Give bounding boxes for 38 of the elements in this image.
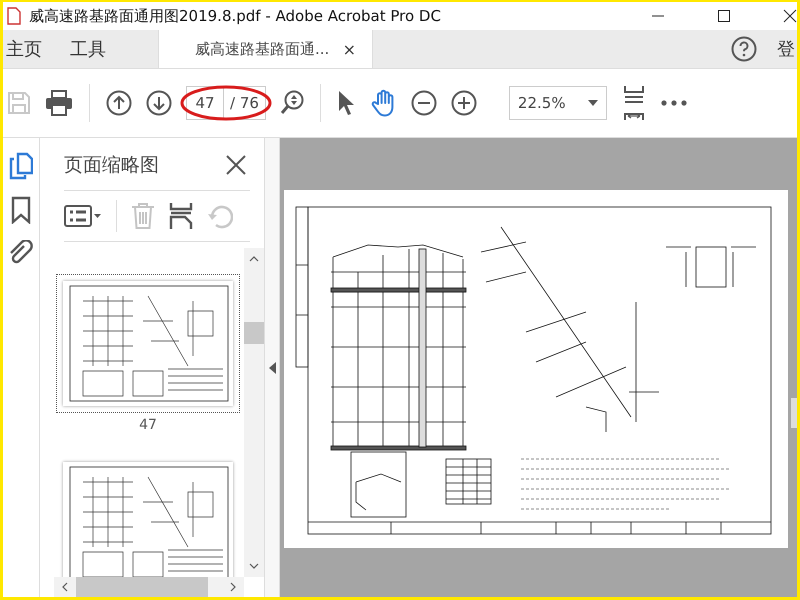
nav-tab[interactable]: 主页 [3,37,42,61]
arrow-down-icon[interactable] [146,90,172,116]
scroll-thumb[interactable] [76,577,208,597]
scroll-up-icon[interactable] [249,256,259,262]
scroll-thumb[interactable] [244,322,264,344]
pages-icon[interactable] [9,152,33,180]
close-icon[interactable] [226,155,246,175]
arrow-up-icon[interactable] [106,90,132,116]
extract-pages-icon[interactable] [169,202,193,230]
vertical-scrollbar[interactable] [244,248,264,577]
page-number-label: 47 [139,417,157,433]
caret-icon [588,100,598,106]
print-icon[interactable] [45,90,73,116]
options-icon[interactable] [64,205,102,227]
paperclip-icon[interactable] [8,240,34,266]
vertical-scrollbar[interactable] [791,398,797,428]
zoom-out-icon[interactable] [410,90,437,116]
maximize-icon[interactable] [717,9,731,23]
tab-close-button[interactable]: × [342,40,356,58]
document-icon [7,7,21,25]
nav-tab[interactable]: 工具 [64,37,106,61]
scroll-left-icon[interactable] [62,582,68,592]
horizontal-scrollbar[interactable] [54,577,244,597]
help-icon[interactable] [731,36,757,62]
zoom-dropdown[interactable]: 22.5% [508,86,607,120]
panel-title: 页面缩略图 [64,153,159,178]
zoom-in-icon[interactable] [450,90,477,116]
more-icon[interactable] [660,100,687,106]
zoom-search-icon[interactable] [280,90,304,116]
page-thumbnail[interactable] [56,274,240,413]
collapse-icon[interactable] [268,362,276,374]
window-title: 威高速路基路面通用图2019.8.pdf - Adobe Acrobat Pro DC [29,6,442,26]
sign-in-link[interactable]: 登 [777,37,797,61]
document-tab[interactable]: 威高速路基路面通... × [158,30,373,68]
close-icon[interactable] [783,9,797,23]
scroll-right-icon[interactable] [230,582,236,592]
bookmark-icon[interactable] [11,196,31,224]
scroll-down-icon[interactable] [249,563,259,569]
